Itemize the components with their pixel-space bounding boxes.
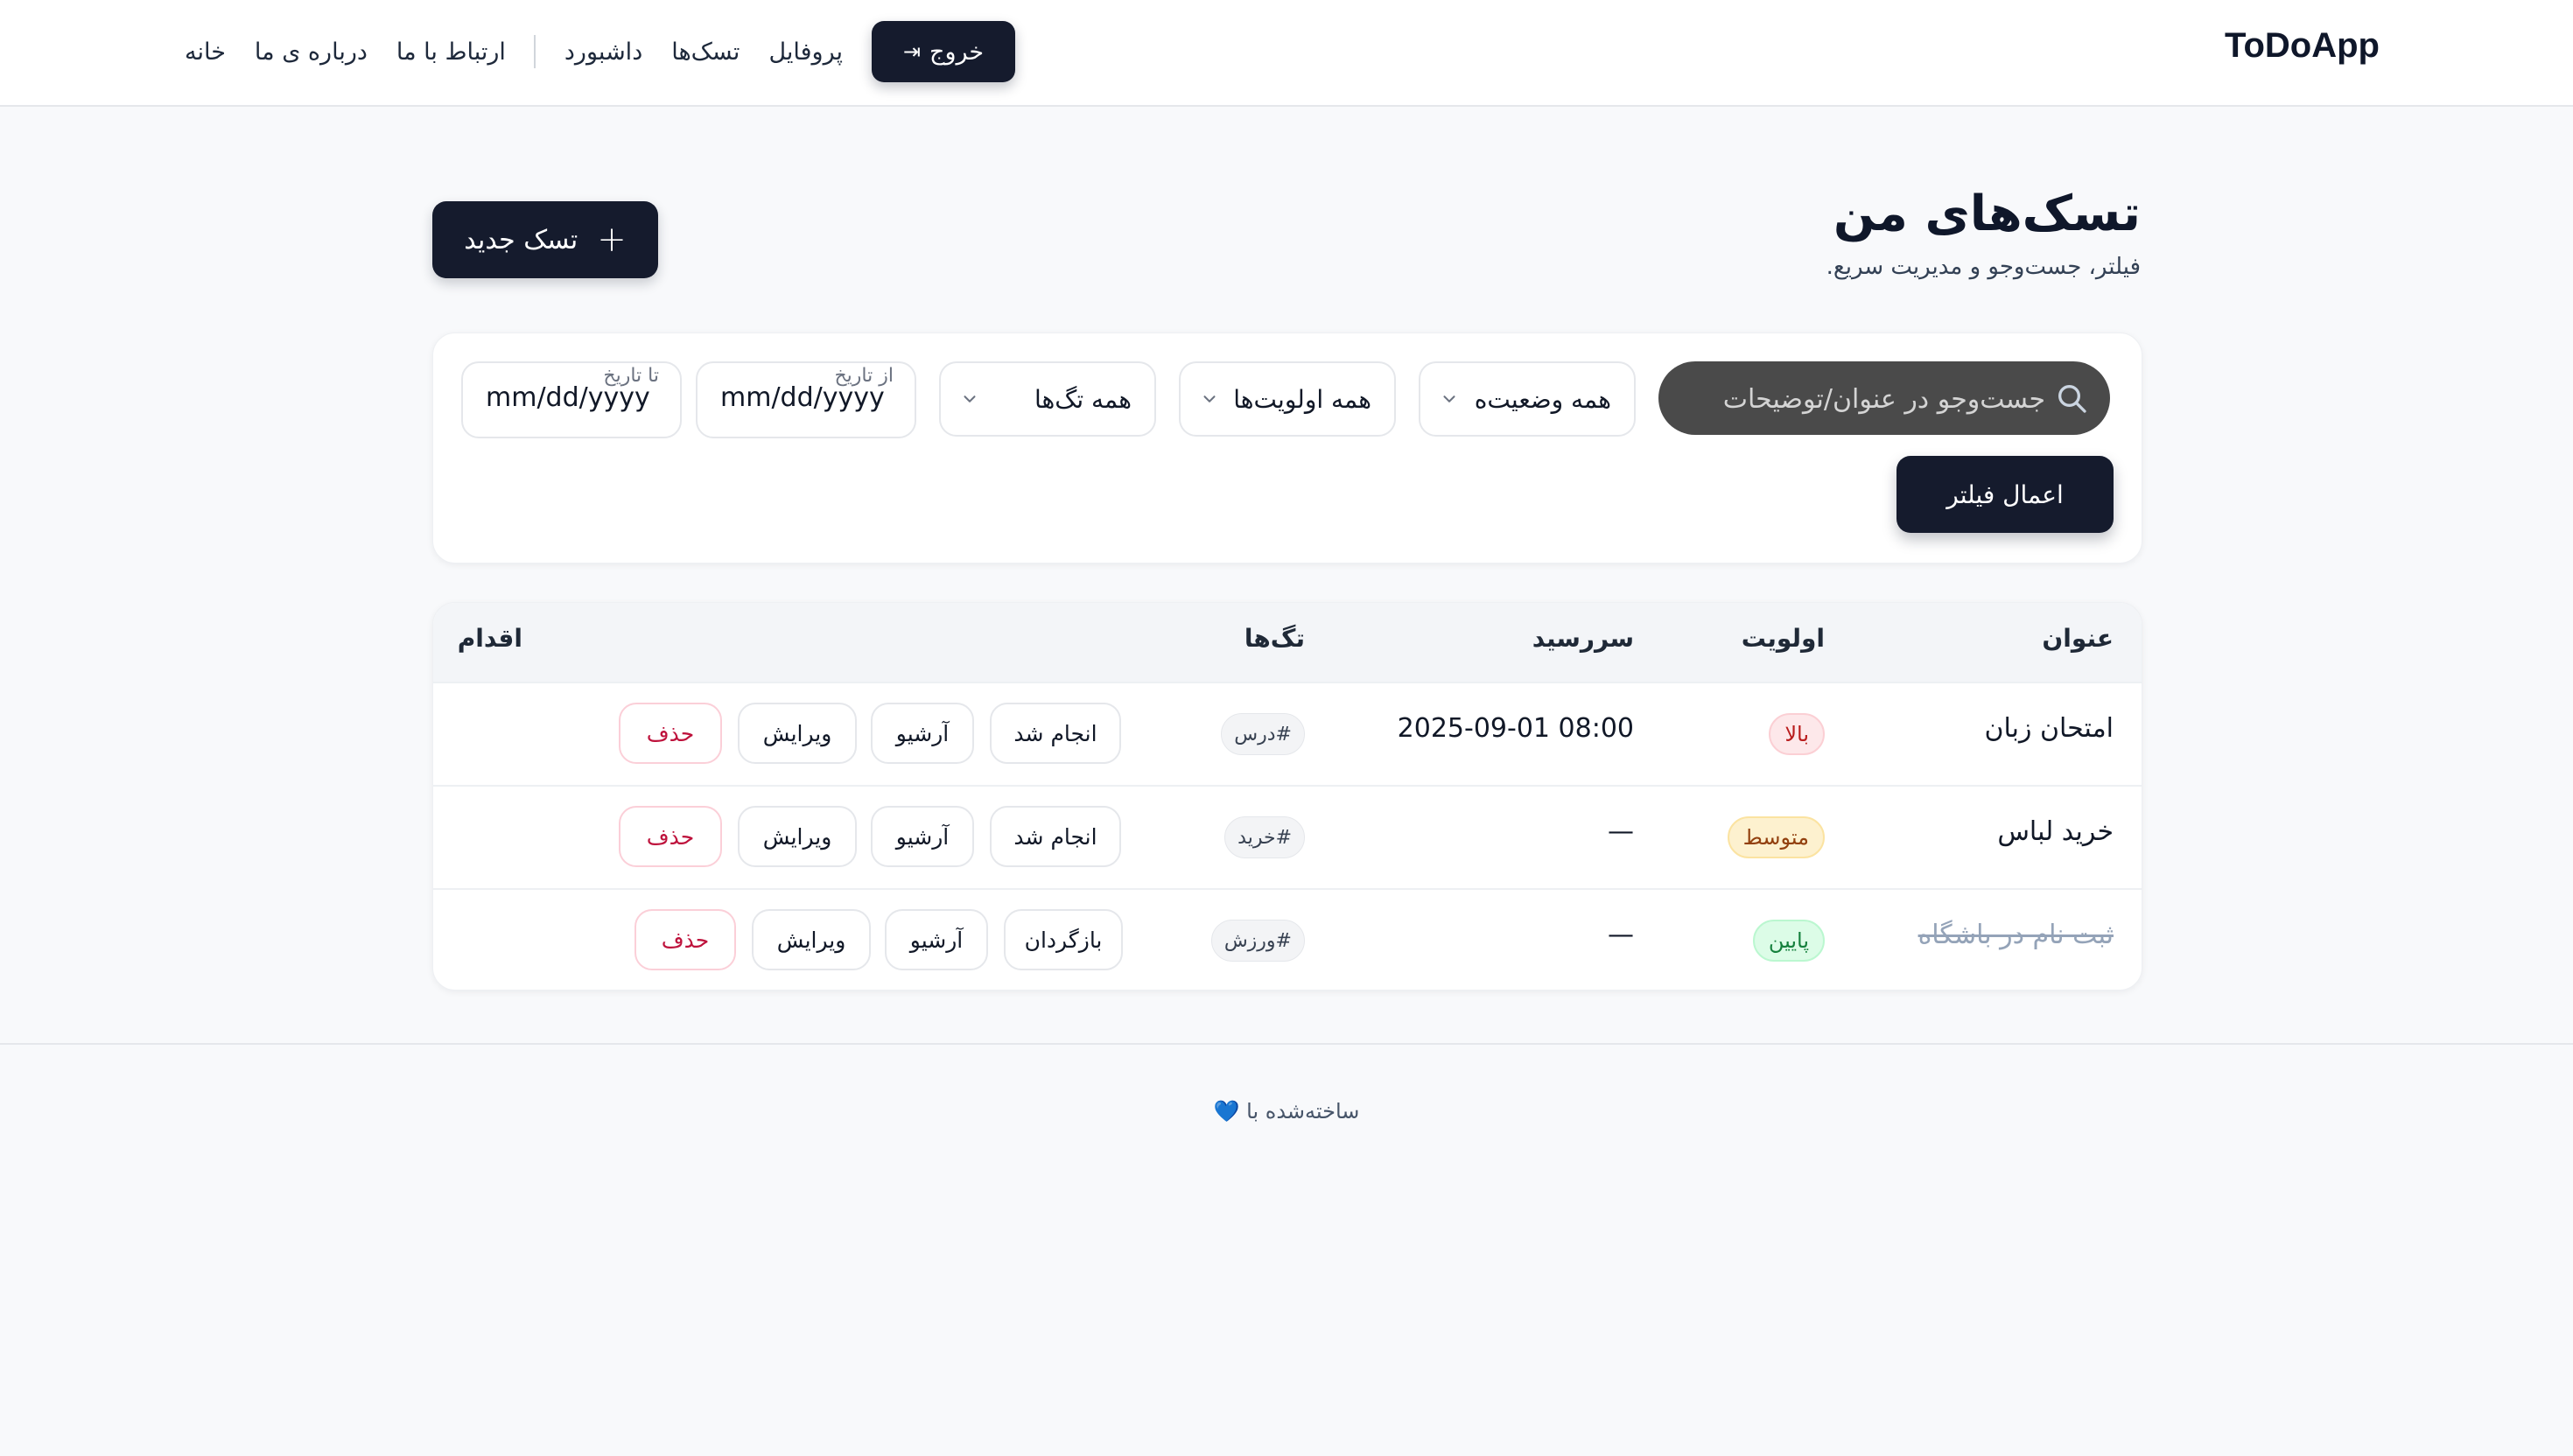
archive-button[interactable]: آرشیو xyxy=(871,806,974,867)
brand-logo[interactable]: ToDoApp xyxy=(2225,26,2382,66)
to-date-value: mm/dd/yyyy xyxy=(486,382,650,413)
nav-divider xyxy=(533,35,536,68)
filter-card: همه وضعیت‌ه همه اولویت‌ها همه تگ‌ها از ت… xyxy=(432,332,2142,564)
nav-about-link[interactable]: درباره ی ما xyxy=(255,38,368,66)
apply-filter-button[interactable]: اعمال فیلتر xyxy=(1896,456,2114,533)
edit-button[interactable]: ویرایش xyxy=(738,806,857,867)
main-nav: خانه درباره ی ما ارتباط با ما داشبورد تس… xyxy=(156,21,1015,82)
priority-select-value: همه اولویت‌ها xyxy=(1233,384,1371,414)
delete-button[interactable]: حذف xyxy=(619,703,722,764)
header-tags: تگ‌ها xyxy=(1244,624,1305,653)
archive-button[interactable]: آرشیو xyxy=(885,909,988,970)
header-actions: اقدام xyxy=(457,624,522,653)
tag-chip[interactable]: #خرید xyxy=(1224,816,1305,858)
page-title: تسک‌های من xyxy=(1833,186,2141,242)
mark-done-button[interactable]: انجام شد xyxy=(990,703,1121,764)
tags-select[interactable]: همه تگ‌ها xyxy=(939,361,1156,437)
logout-icon: ⇥ xyxy=(902,39,922,64)
task-due: — xyxy=(1608,816,1634,847)
new-task-label: تسک جدید xyxy=(464,224,578,256)
edit-button[interactable]: ویرایش xyxy=(738,703,857,764)
nav-profile-link[interactable]: پروفایل xyxy=(768,38,843,66)
footer-divider xyxy=(0,1043,2573,1045)
nav-contact-link[interactable]: ارتباط با ما xyxy=(396,38,506,66)
plus-icon: + xyxy=(597,220,627,260)
search-input[interactable] xyxy=(1676,361,2047,437)
tag-chip[interactable]: #ورزش xyxy=(1210,920,1305,962)
search-box[interactable] xyxy=(1658,361,2110,437)
task-title: ثبت نام در باشگاه xyxy=(1917,920,2114,950)
search-icon xyxy=(2058,385,2086,413)
chevron-down-icon xyxy=(1203,396,1216,402)
edit-button[interactable]: ویرایش xyxy=(752,909,871,970)
status-select-value: همه وضعیت‌ه xyxy=(1474,384,1611,414)
page-subtitle: فیلتر، جست‌وجو و مدیریت سریع. xyxy=(1826,254,2141,280)
priority-badge: متوسط xyxy=(1727,816,1825,858)
tasks-table: عنوان اولویت سررسید تگ‌ها اقدام امتحان ز… xyxy=(432,602,2142,990)
logout-button[interactable]: خروج ⇥ xyxy=(872,21,1015,82)
table-row: خرید لباس متوسط — #خرید انجام شد آرشیو و… xyxy=(433,785,2142,890)
footer-text: ساخته‌شده با xyxy=(1246,1099,1360,1124)
nav-home-link[interactable]: خانه xyxy=(185,38,226,66)
header-due: سررسید xyxy=(1532,624,1634,653)
task-due: — xyxy=(1608,920,1634,950)
table-row: ثبت نام در باشگاه پایین — #ورزش بازگردان… xyxy=(433,888,2142,990)
chevron-down-icon xyxy=(964,396,976,402)
priority-badge: پایین xyxy=(1752,920,1825,962)
nav-tasks-link[interactable]: تسک‌ها xyxy=(671,38,740,66)
task-title: امتحان زبان xyxy=(1984,713,2114,744)
table-header: عنوان اولویت سررسید تگ‌ها اقدام xyxy=(433,603,2142,682)
table-row: امتحان زبان بالا 2025-09-01 08:00 #درس ا… xyxy=(433,682,2142,787)
header-priority: اولویت xyxy=(1741,624,1825,653)
task-title: خرید لباس xyxy=(1997,816,2114,847)
footer-credit: ساخته‌شده با 💙 xyxy=(1138,1099,1435,1124)
task-due: 2025-09-01 08:00 xyxy=(1397,713,1634,744)
new-task-button[interactable]: + تسک جدید xyxy=(432,201,658,278)
chevron-down-icon xyxy=(1443,396,1455,402)
tag-chip[interactable]: #درس xyxy=(1221,713,1305,755)
priority-badge: بالا xyxy=(1769,713,1825,755)
header-title: عنوان xyxy=(2042,624,2114,653)
top-navbar: ToDoApp خانه درباره ی ما ارتباط با ما دا… xyxy=(0,0,2573,107)
mark-done-button[interactable]: انجام شد xyxy=(990,806,1121,867)
archive-button[interactable]: آرشیو xyxy=(871,703,974,764)
nav-dashboard-link[interactable]: داشبورد xyxy=(564,38,642,66)
priority-select[interactable]: همه اولویت‌ها xyxy=(1179,361,1396,437)
delete-button[interactable]: حذف xyxy=(619,806,722,867)
from-date-value: mm/dd/yyyy xyxy=(720,382,885,413)
status-select[interactable]: همه وضعیت‌ه xyxy=(1419,361,1636,437)
heart-icon: 💙 xyxy=(1213,1099,1240,1124)
to-date-field[interactable]: تا تاریخ mm/dd/yyyy xyxy=(461,361,682,438)
delete-button[interactable]: حذف xyxy=(634,909,736,970)
logout-label: خروج xyxy=(929,38,985,66)
tags-select-value: همه تگ‌ها xyxy=(1034,384,1132,414)
restore-button[interactable]: بازگردان xyxy=(1004,909,1123,970)
from-date-field[interactable]: از تاریخ mm/dd/yyyy xyxy=(696,361,916,438)
